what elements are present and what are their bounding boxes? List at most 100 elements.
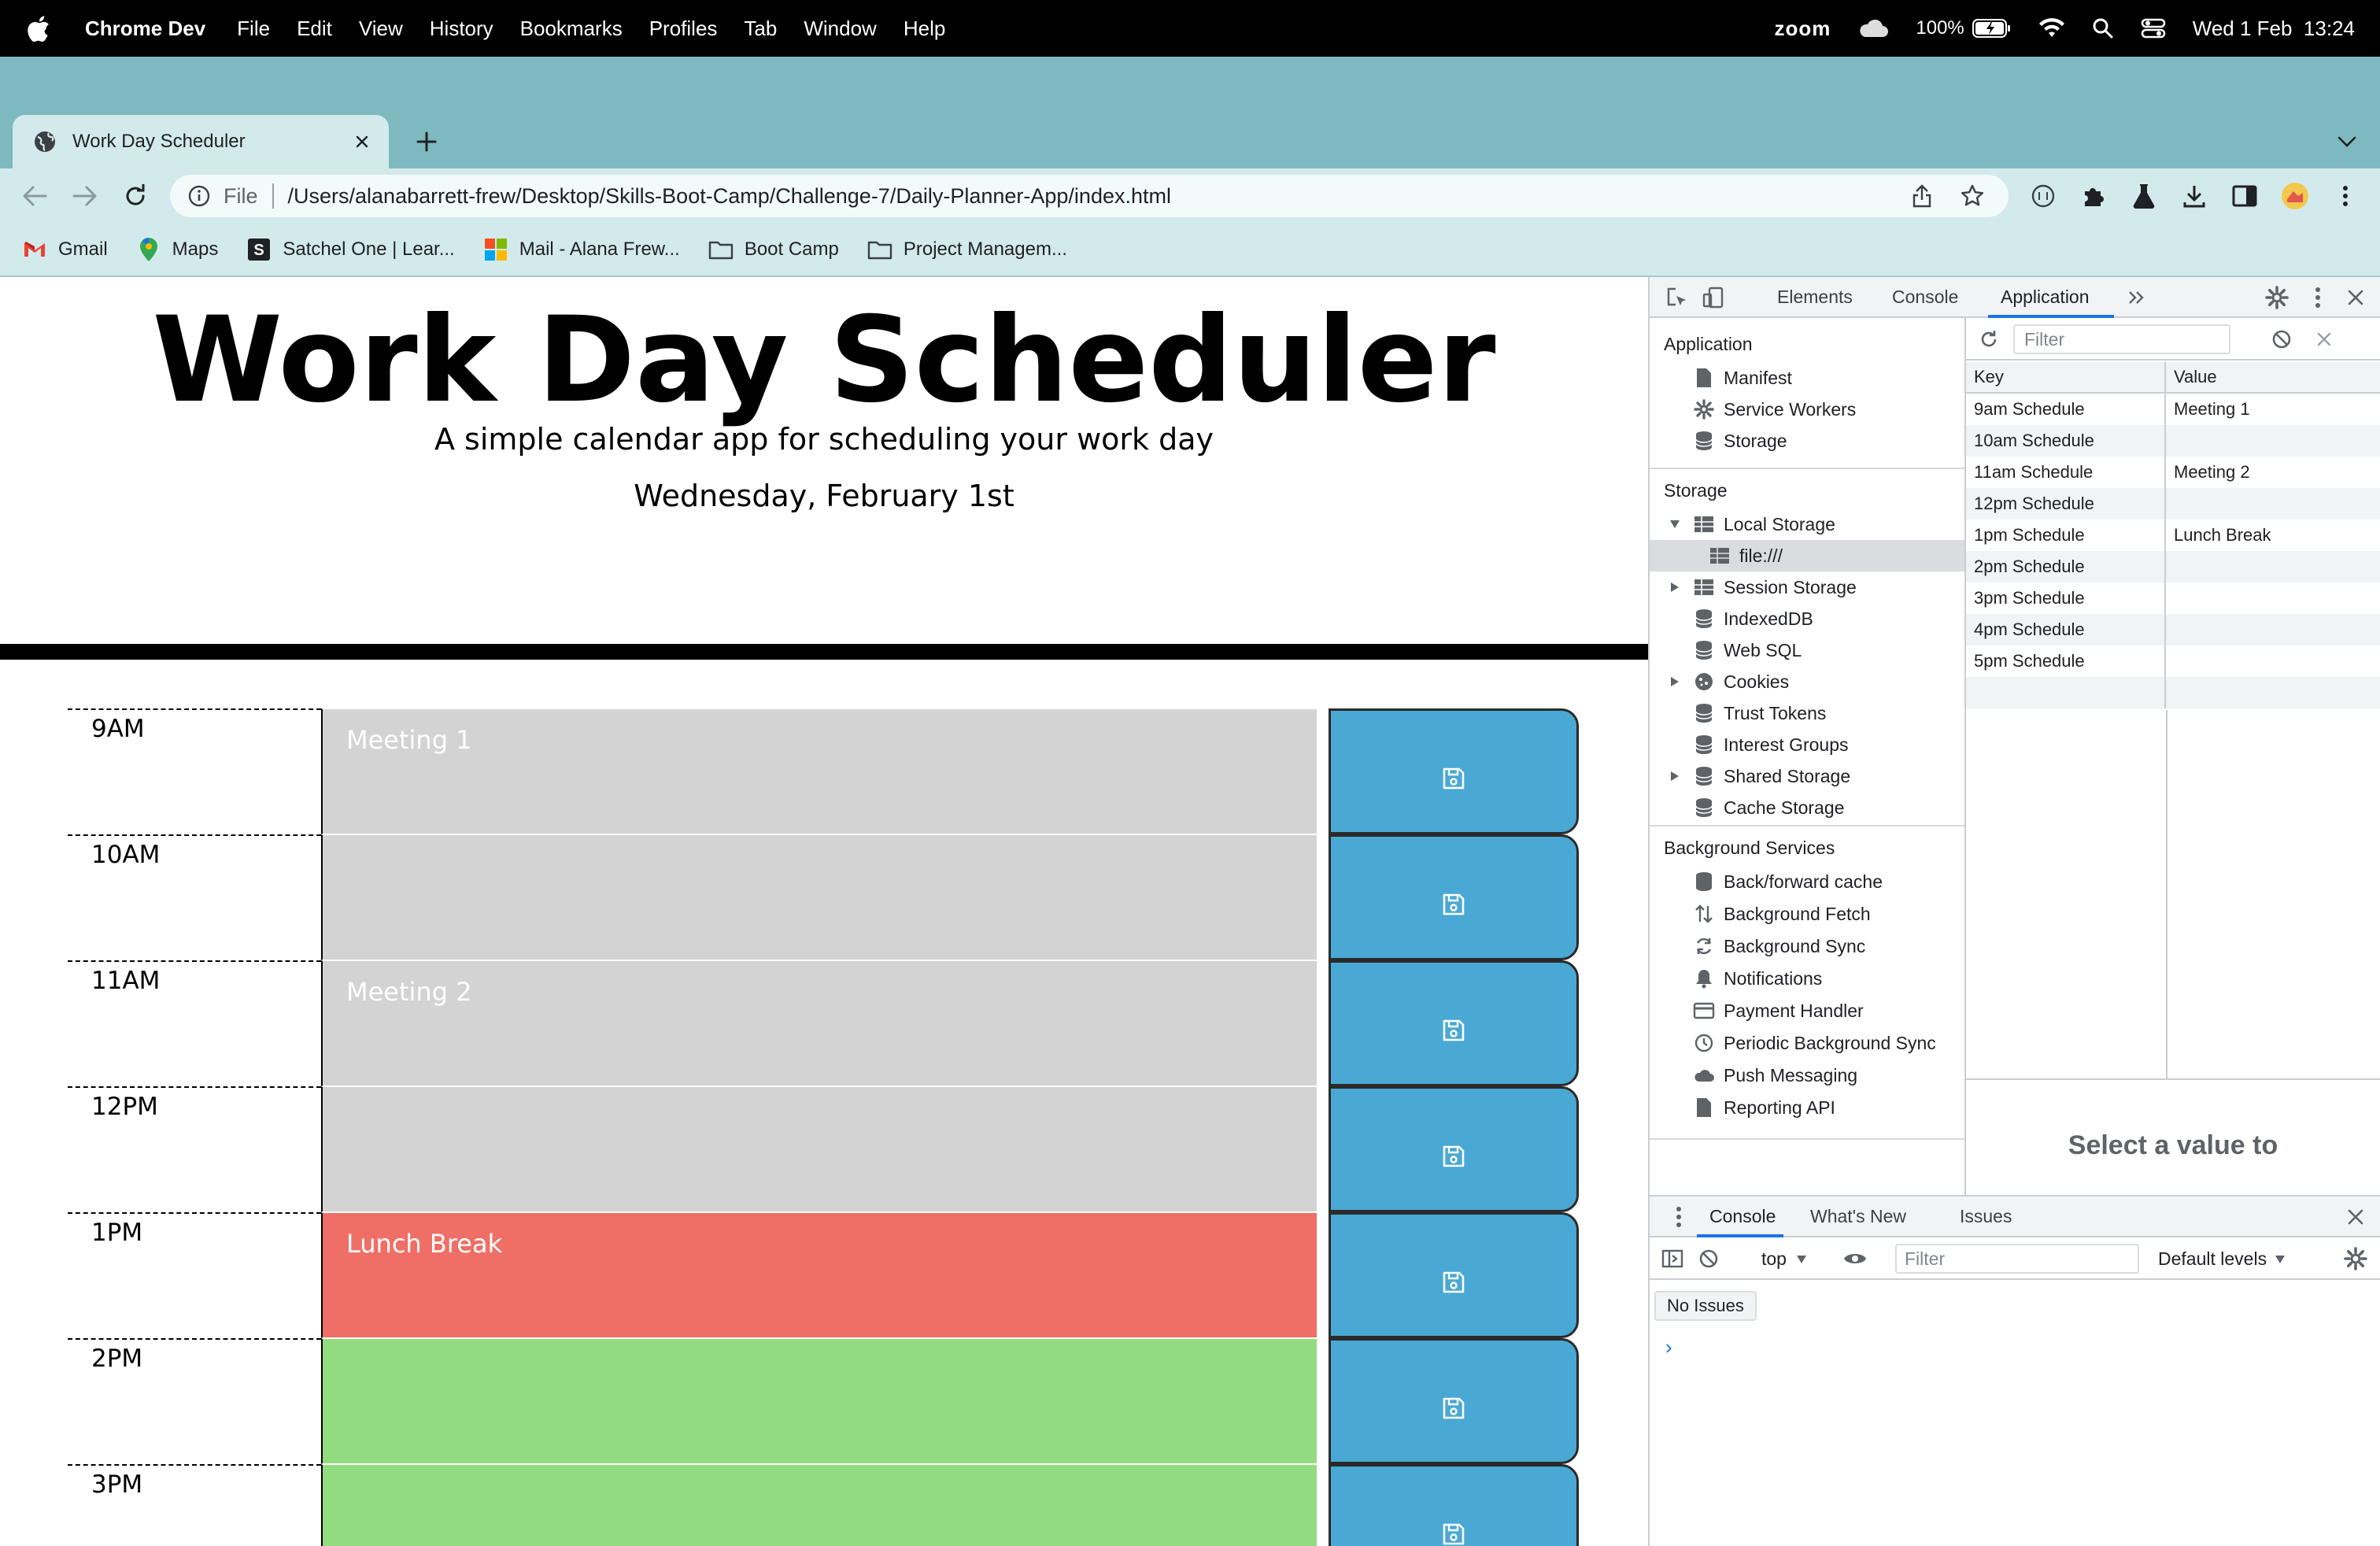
save-button[interactable]	[1329, 708, 1579, 834]
table-cell-value[interactable]: Meeting 1	[2166, 394, 2380, 425]
sidebar-item-storage-entry[interactable]: Interest Groups	[1650, 729, 1964, 760]
bookmark-satchel-one[interactable]: S Satchel One | Lear...	[246, 237, 455, 262]
delete-selected-close-icon[interactable]	[2311, 326, 2338, 353]
devtools-tab-console[interactable]: Console	[1892, 287, 1958, 308]
profile-avatar[interactable]	[2281, 182, 2309, 210]
table-row[interactable]: 1pm Schedule Lunch Break	[1966, 520, 2380, 551]
download-icon[interactable]	[2180, 182, 2208, 210]
menu-bookmarks[interactable]: Bookmarks	[520, 17, 623, 41]
console-sidebar-toggle-icon[interactable]	[1659, 1245, 1686, 1272]
table-cell-value[interactable]	[2166, 425, 2380, 457]
sidebar-item-service-workers[interactable]: Service Workers	[1650, 394, 1964, 425]
sidebar-item-local-storage-origin[interactable]: file:///	[1650, 540, 1964, 571]
refresh-icon[interactable]	[1975, 326, 2002, 353]
menu-clock[interactable]: Wed 1 Feb 13:24	[2193, 17, 2355, 41]
table-row[interactable]: 2pm Schedule	[1966, 551, 2380, 583]
battery-status[interactable]: 100%	[1916, 17, 2011, 39]
sidebar-item-background-service[interactable]: Notifications	[1650, 963, 1964, 994]
table-cell-key[interactable]: 10am Schedule	[1966, 425, 2166, 457]
table-row[interactable]: 9am Schedule Meeting 1	[1966, 394, 2380, 425]
table-cell-key[interactable]: 5pm Schedule	[1966, 645, 2166, 677]
clear-all-block-icon[interactable]	[2268, 326, 2295, 353]
console-prompt-chevron[interactable]: ›	[1665, 1335, 1672, 1359]
table-cell-key[interactable]: 2pm Schedule	[1966, 551, 2166, 583]
sidebar-item-background-service[interactable]: Push Messaging	[1650, 1060, 1964, 1091]
sidebar-item-storage-entry[interactable]: Trust Tokens	[1650, 697, 1964, 729]
table-cell-key[interactable]: 3pm Schedule	[1966, 583, 2166, 614]
sidebar-item-background-service[interactable]: Payment Handler	[1650, 995, 1964, 1026]
bookmark-folder-project-management[interactable]: Project Managem...	[867, 237, 1067, 262]
table-row[interactable]: 4pm Schedule	[1966, 614, 2380, 645]
devtools-settings-gear-icon[interactable]	[2264, 284, 2290, 311]
table-cell-value[interactable]	[2166, 645, 2380, 677]
column-header-key[interactable]: Key	[1966, 362, 2166, 392]
tab-search-chevron-down-icon[interactable]	[2333, 128, 2361, 156]
sidebar-item-local-storage[interactable]: Local Storage	[1650, 509, 1964, 540]
table-cell-key[interactable]: 4pm Schedule	[1966, 614, 2166, 645]
event-description-textarea[interactable]: Meeting 1	[321, 708, 1318, 834]
event-description-textarea[interactable]	[321, 834, 1318, 960]
bookmark-gmail[interactable]: Gmail	[22, 237, 108, 262]
table-row[interactable]: 12pm Schedule	[1966, 488, 2380, 520]
save-button[interactable]	[1329, 834, 1579, 960]
labs-flask-icon[interactable]	[2130, 182, 2158, 210]
collapsed-triangle-icon[interactable]	[1665, 672, 1684, 691]
event-description-textarea[interactable]: Lunch Break	[321, 1212, 1318, 1338]
device-toolbar-icon[interactable]	[1700, 284, 1727, 311]
site-info-icon[interactable]	[187, 184, 211, 208]
back-arrow-icon[interactable]	[20, 182, 49, 210]
menu-view[interactable]: View	[359, 17, 403, 41]
bookmark-star-icon[interactable]	[1958, 182, 1986, 210]
menu-tab[interactable]: Tab	[744, 17, 777, 41]
event-description-textarea[interactable]	[321, 1338, 1318, 1464]
event-description-textarea[interactable]	[321, 1086, 1318, 1212]
reload-icon[interactable]	[121, 182, 150, 210]
live-expression-eye-icon[interactable]	[1842, 1245, 1868, 1272]
save-button[interactable]	[1329, 960, 1579, 1086]
table-cell-value[interactable]	[2166, 614, 2380, 645]
expanded-triangle-icon[interactable]	[1665, 515, 1684, 534]
new-tab-plus-icon[interactable]	[411, 126, 442, 157]
devtools-kebab-menu-icon[interactable]	[2304, 284, 2331, 311]
menu-help[interactable]: Help	[904, 17, 945, 41]
menu-history[interactable]: History	[430, 17, 493, 41]
sidebar-item-background-service[interactable]: Background Sync	[1650, 930, 1964, 962]
table-cell-value[interactable]: Lunch Break	[2166, 520, 2380, 551]
sidebar-item-storage-entry[interactable]: Session Storage	[1650, 571, 1964, 603]
sidebar-item-storage-entry[interactable]: Web SQL	[1650, 634, 1964, 666]
extensions-puzzle-icon[interactable]	[2079, 182, 2108, 210]
forward-arrow-icon[interactable]	[71, 182, 99, 210]
event-description-textarea[interactable]	[321, 1464, 1318, 1546]
table-row[interactable]: 10am Schedule	[1966, 425, 2380, 457]
drawer-tab-whats-new[interactable]: What's New	[1810, 1206, 1906, 1227]
console-filter-input[interactable]: Filter	[1895, 1244, 2139, 1274]
table-cell-key[interactable]: 12pm Schedule	[1966, 488, 2166, 520]
zoom-status-label[interactable]: zoom	[1775, 17, 1831, 41]
no-issues-badge[interactable]: No Issues	[1654, 1291, 1757, 1321]
column-header-value[interactable]: Value	[2166, 362, 2380, 392]
storage-filter-input[interactable]: Filter	[2013, 324, 2230, 354]
browser-tab-active[interactable]: Work Day Scheduler	[13, 115, 389, 168]
bookmark-outlook-mail[interactable]: Mail - Alana Frew...	[483, 237, 680, 262]
sidebar-item-background-service[interactable]: Back/forward cache	[1650, 866, 1964, 897]
table-row[interactable]: 3pm Schedule	[1966, 583, 2380, 614]
sidebar-item-storage-entry[interactable]: Cache Storage	[1650, 792, 1964, 823]
sidebar-item-background-service[interactable]: Reporting API	[1650, 1092, 1964, 1123]
sidebar-item-storage-entry[interactable]: Shared Storage	[1650, 760, 1964, 792]
extension-circle-icon[interactable]	[2029, 182, 2057, 210]
sidebar-item-background-service[interactable]: Background Fetch	[1650, 898, 1964, 930]
collapsed-triangle-icon[interactable]	[1665, 578, 1684, 597]
clear-console-block-icon[interactable]	[1695, 1245, 1722, 1272]
table-cell-value[interactable]: Meeting 2	[2166, 457, 2380, 488]
devtools-close-icon[interactable]	[2342, 284, 2369, 311]
sidebar-item-storage-entry[interactable]: IndexedDB	[1650, 603, 1964, 634]
spotlight-search-icon[interactable]	[2092, 17, 2114, 39]
apple-menu-icon[interactable]	[27, 15, 61, 42]
table-cell-value[interactable]	[2166, 551, 2380, 583]
save-button[interactable]	[1329, 1086, 1579, 1212]
table-cell-key[interactable]: 11am Schedule	[1966, 457, 2166, 488]
menu-window[interactable]: Window	[804, 17, 876, 41]
control-center-icon[interactable]	[2141, 17, 2166, 39]
share-icon[interactable]	[1908, 182, 1936, 210]
devtools-tab-elements[interactable]: Elements	[1777, 287, 1853, 308]
